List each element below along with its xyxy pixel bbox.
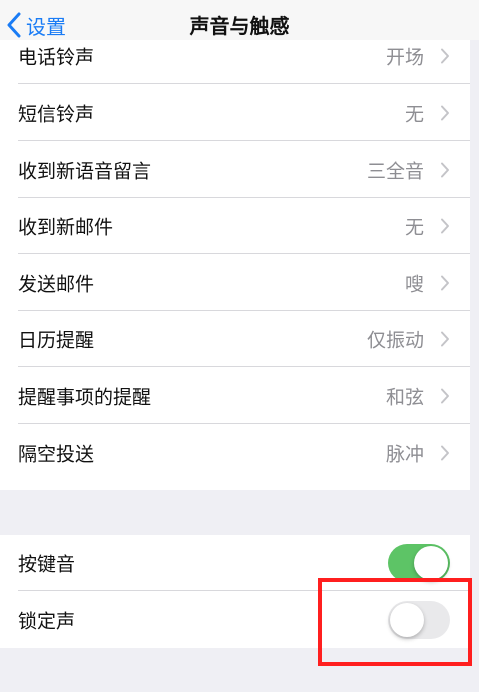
chevron-right-icon <box>441 48 449 64</box>
sounds-group: 电话铃声 开场 短信铃声 无 收到新语音留言 三全音 收到新邮件 无 发送邮件 … <box>0 40 470 490</box>
separator <box>18 423 470 424</box>
chevron-right-icon <box>441 388 449 404</box>
row-label: 发送邮件 <box>18 273 95 296</box>
highlight-box <box>318 578 472 666</box>
row-label: 收到新邮件 <box>18 216 114 239</box>
separator <box>18 253 470 254</box>
row-sent-mail[interactable]: 发送邮件 嗖 <box>0 255 470 311</box>
row-new-mail[interactable]: 收到新邮件 无 <box>0 198 470 254</box>
separator <box>18 366 470 367</box>
page-title: 声音与触感 <box>189 14 290 38</box>
keyboard-clicks-toggle[interactable] <box>388 544 450 582</box>
row-label: 锁定声 <box>18 610 76 633</box>
chevron-right-icon <box>441 275 449 291</box>
row-value: 仅振动 <box>366 329 424 352</box>
chevron-right-icon <box>441 162 449 178</box>
row-label: 短信铃声 <box>18 103 95 126</box>
chevron-right-icon <box>441 331 449 347</box>
row-calendar-alerts[interactable]: 日历提醒 仅振动 <box>0 311 470 367</box>
row-value: 开场 <box>385 46 424 69</box>
row-value: 无 <box>404 103 424 126</box>
toggle-knob <box>414 546 448 580</box>
row-text-tone[interactable]: 短信铃声 无 <box>0 85 470 141</box>
row-value: 脉冲 <box>385 443 424 466</box>
row-label: 按键音 <box>18 553 76 576</box>
chevron-right-icon <box>441 105 449 121</box>
row-value: 和弦 <box>385 386 424 409</box>
row-value: 三全音 <box>366 160 424 183</box>
row-reminder-alerts[interactable]: 提醒事项的提醒 和弦 <box>0 368 470 424</box>
row-ringtone[interactable]: 电话铃声 开场 <box>0 40 470 84</box>
row-label: 提醒事项的提醒 <box>18 386 152 409</box>
row-label: 收到新语音留言 <box>18 160 152 183</box>
separator <box>18 83 470 84</box>
separator <box>18 140 470 141</box>
row-label: 日历提醒 <box>18 329 95 352</box>
row-label: 电话铃声 <box>18 46 95 69</box>
row-value: 嗖 <box>404 273 424 296</box>
row-new-voicemail[interactable]: 收到新语音留言 三全音 <box>0 142 470 198</box>
row-airdrop[interactable]: 隔空投送 脉冲 <box>0 425 470 481</box>
chevron-right-icon <box>441 218 449 234</box>
row-value: 无 <box>404 216 424 239</box>
row-label: 隔空投送 <box>18 443 95 466</box>
chevron-right-icon <box>441 445 449 461</box>
next-group-edge <box>0 692 479 697</box>
